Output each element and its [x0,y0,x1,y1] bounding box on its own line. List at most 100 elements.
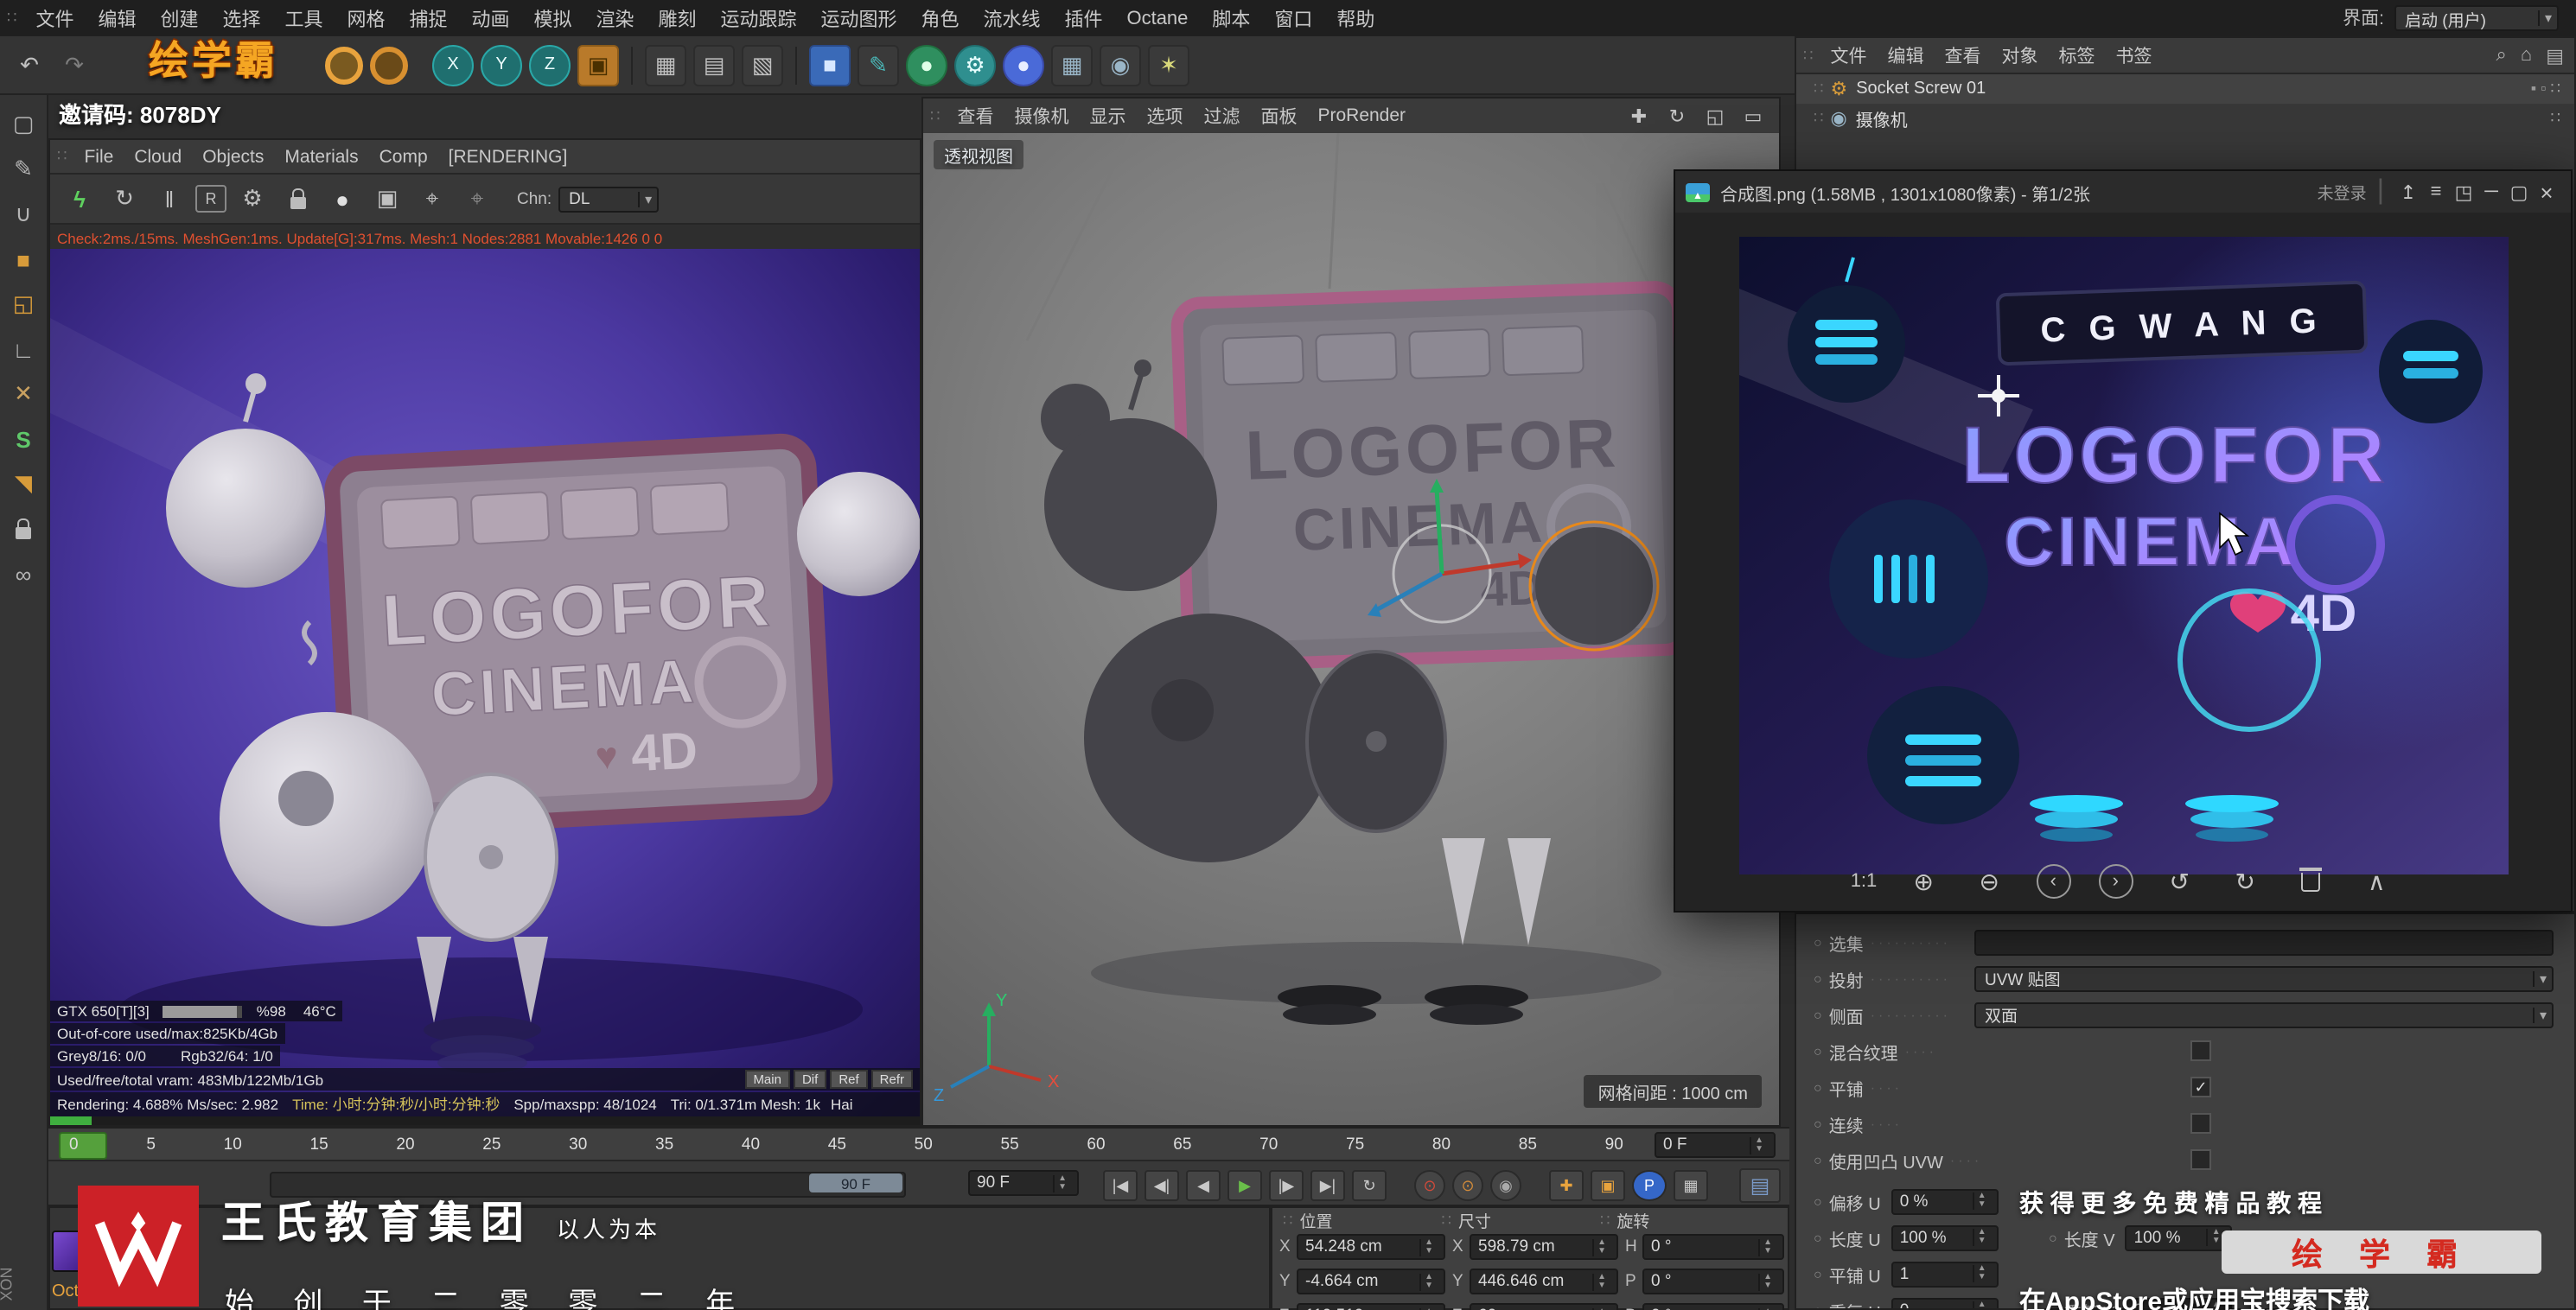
anim-dot-icon[interactable]: ○ [2049,1230,2057,1245]
viewport-menu-item[interactable]: 查看 [947,103,1004,129]
render-settings-icon[interactable]: ▧ [742,44,783,86]
menu-item[interactable]: 运动跟踪 [708,4,808,32]
menu-item[interactable]: 角色 [909,4,971,32]
menu-item[interactable]: 动画 [459,4,521,32]
lock-icon[interactable] [0,506,48,551]
light-tool-icon[interactable]: ✶ [1148,44,1189,86]
menu-item[interactable]: 雕刻 [646,4,708,32]
camera-tool-icon[interactable]: ◉ [1100,44,1141,86]
background-window-tab-1[interactable]: NEMA.4D [0,1129,2,1198]
key-pla-button[interactable]: P [1632,1170,1667,1201]
autokey-button[interactable]: ⊙ [1452,1170,1483,1201]
anim-dot-icon[interactable]: ○ [1814,934,1822,950]
octane-start-icon[interactable]: ϟ [61,180,99,218]
menu-item[interactable]: 渲染 [583,4,646,32]
size-z-field[interactable]: 60 cm▲▼ [1470,1303,1618,1310]
render-picture-viewer-icon[interactable]: ▤ [693,44,735,86]
close-icon[interactable]: × [2533,173,2560,211]
viewport-menu-item[interactable]: 显示 [1079,103,1136,129]
octane-menu-item[interactable]: [RENDERING] [438,146,578,167]
object-manager-menu-item[interactable]: 对象 [1991,42,2048,68]
zoom-in-icon[interactable]: ⊕ [1904,862,1942,900]
rotation-h-field[interactable]: 0 °▲▼ [1642,1234,1784,1260]
prev-key-button[interactable]: ◀| [1145,1170,1179,1201]
object-tag-icons[interactable]: ▪ ▫ ∷ [2531,79,2560,99]
rotation-p-field[interactable]: 0 °▲▼ [1642,1269,1784,1294]
next-key-button[interactable]: |▶ [1269,1170,1304,1201]
octane-coin2-icon[interactable] [370,46,408,84]
anim-dot-icon[interactable]: ○ [1814,1007,1822,1022]
viewed-image[interactable]: C G W A N G LOGOFOR CINEMA 4D [1739,237,2509,874]
menu-item[interactable]: 运动图形 [808,4,909,32]
previous-image-icon[interactable]: ‹ [2036,864,2070,899]
anim-dot-icon[interactable]: ○ [1814,1079,1822,1095]
fill-bucket-icon[interactable]: ◥ [0,461,48,506]
offset-u-field[interactable]: 0 %▲▼ [1891,1188,1999,1214]
menu-item[interactable]: 网格 [335,4,397,32]
record-keyframe-button[interactable]: ⊙ [1414,1170,1445,1201]
channel-dropdown[interactable]: DL▾ [558,186,659,212]
deformer-gear-icon[interactable]: ⚙ [954,44,996,86]
object-manager-menu-item[interactable]: 编辑 [1877,42,1934,68]
menu-item[interactable]: 工具 [272,4,335,32]
tiles-u-field[interactable]: 1▲▼ [1891,1261,1999,1287]
position-y-field[interactable]: -4.664 cm▲▼ [1297,1269,1445,1294]
viewport-menu-item[interactable]: 面板 [1250,103,1307,129]
object-name[interactable]: 摄像机 [1856,105,1908,131]
undo-icon[interactable]: ↶ [10,46,48,84]
loop-playback-button[interactable]: ↻ [1352,1170,1387,1201]
image-viewer-titlebar[interactable]: ▲ 合成图.png (1.58MB , 1301x1080像素) - 第1/2张… [1675,171,2571,214]
login-status[interactable]: 未登录 [2318,180,2367,204]
key-parameter-button[interactable]: ▣ [1591,1170,1625,1201]
object-row-camera[interactable]: ∷ ◉ 摄像机 ∷ [1796,104,2574,133]
redo-icon[interactable]: ↷ [55,46,93,84]
render-pass-tab[interactable]: Main [744,1070,790,1089]
octane-menu-item[interactable]: File [73,146,124,167]
search-icon[interactable]: ⌕ [2496,44,2507,67]
panel-grip-icon[interactable]: ∷ [1276,1211,1299,1230]
settings-gear-icon[interactable]: ⚙ [233,180,271,218]
next-image-icon[interactable]: › [2098,864,2133,899]
menu-grip-icon[interactable]: ∷ [0,9,23,28]
object-manager-menu-item[interactable]: 文件 [1820,42,1877,68]
object-manager-menu-item[interactable]: 标签 [2048,42,2105,68]
hierarchy-dot-icon[interactable]: ∷ [1807,79,1830,99]
home-icon[interactable]: ⌂ [2521,45,2532,66]
axis-x-lock-button[interactable]: X [432,44,474,86]
cube-tool-icon[interactable]: ■ [0,237,48,282]
anim-dot-icon[interactable]: ○ [1814,1230,1822,1245]
cube-primitive-icon[interactable]: ■ [809,44,851,86]
anim-dot-icon[interactable]: ○ [1814,970,1822,986]
pick-focus-icon[interactable]: ⌖ [413,180,451,218]
modeling-tool-icon[interactable]: ✕ [0,372,48,417]
keyframe-selection-button[interactable]: ◉ [1490,1170,1521,1201]
object-name[interactable]: Socket Screw 01 [1856,79,1986,99]
region-render-icon[interactable]: R [195,185,226,213]
viewport-menu-item[interactable]: 选项 [1136,103,1193,129]
pen-spline-icon[interactable]: ✎ [858,44,899,86]
position-z-field[interactable]: 119.519 cm▲▼ [1297,1303,1445,1310]
background-window-tab-2[interactable]: XON [0,1267,16,1300]
projection-dropdown[interactable]: UVW 贴图▾ [1974,965,2554,991]
menu-item[interactable]: Octane [1114,8,1200,29]
anim-dot-icon[interactable]: ○ [1814,1266,1822,1281]
anim-dot-icon[interactable]: ○ [1814,1152,1822,1167]
hierarchy-dot-icon[interactable]: ∷ [1807,109,1830,128]
tile-checkbox[interactable]: ✓ [2190,1077,2211,1097]
key-filter-button[interactable]: ▦ [1674,1170,1708,1201]
length-v-field[interactable]: 100 %▲▼ [2126,1224,2233,1250]
menu-item[interactable]: 模拟 [521,4,583,32]
side-dropdown[interactable]: 双面▾ [1974,1002,2554,1027]
coordinate-system-icon[interactable]: ▣ [577,44,619,86]
menu-item[interactable]: 帮助 [1324,4,1387,32]
rotate-left-icon[interactable]: ↺ [2160,862,2198,900]
timeline-ruler[interactable]: 051015202530354045505560657075808590 0 F… [48,1127,1789,1161]
mix-texture-checkbox[interactable] [2190,1040,2211,1061]
repeat-u-field[interactable]: 0▲▼ [1891,1297,1999,1310]
zoom-ratio-button[interactable]: 1:1 [1851,871,1878,892]
render-view-icon[interactable]: ▦ [645,44,686,86]
octane-menu-item[interactable]: Cloud [124,146,192,167]
length-u-field[interactable]: 100 %▲▼ [1891,1224,1999,1250]
viewport-menu-item[interactable]: ProRender [1307,105,1416,126]
rotate-right-icon[interactable]: ↻ [2226,862,2264,900]
